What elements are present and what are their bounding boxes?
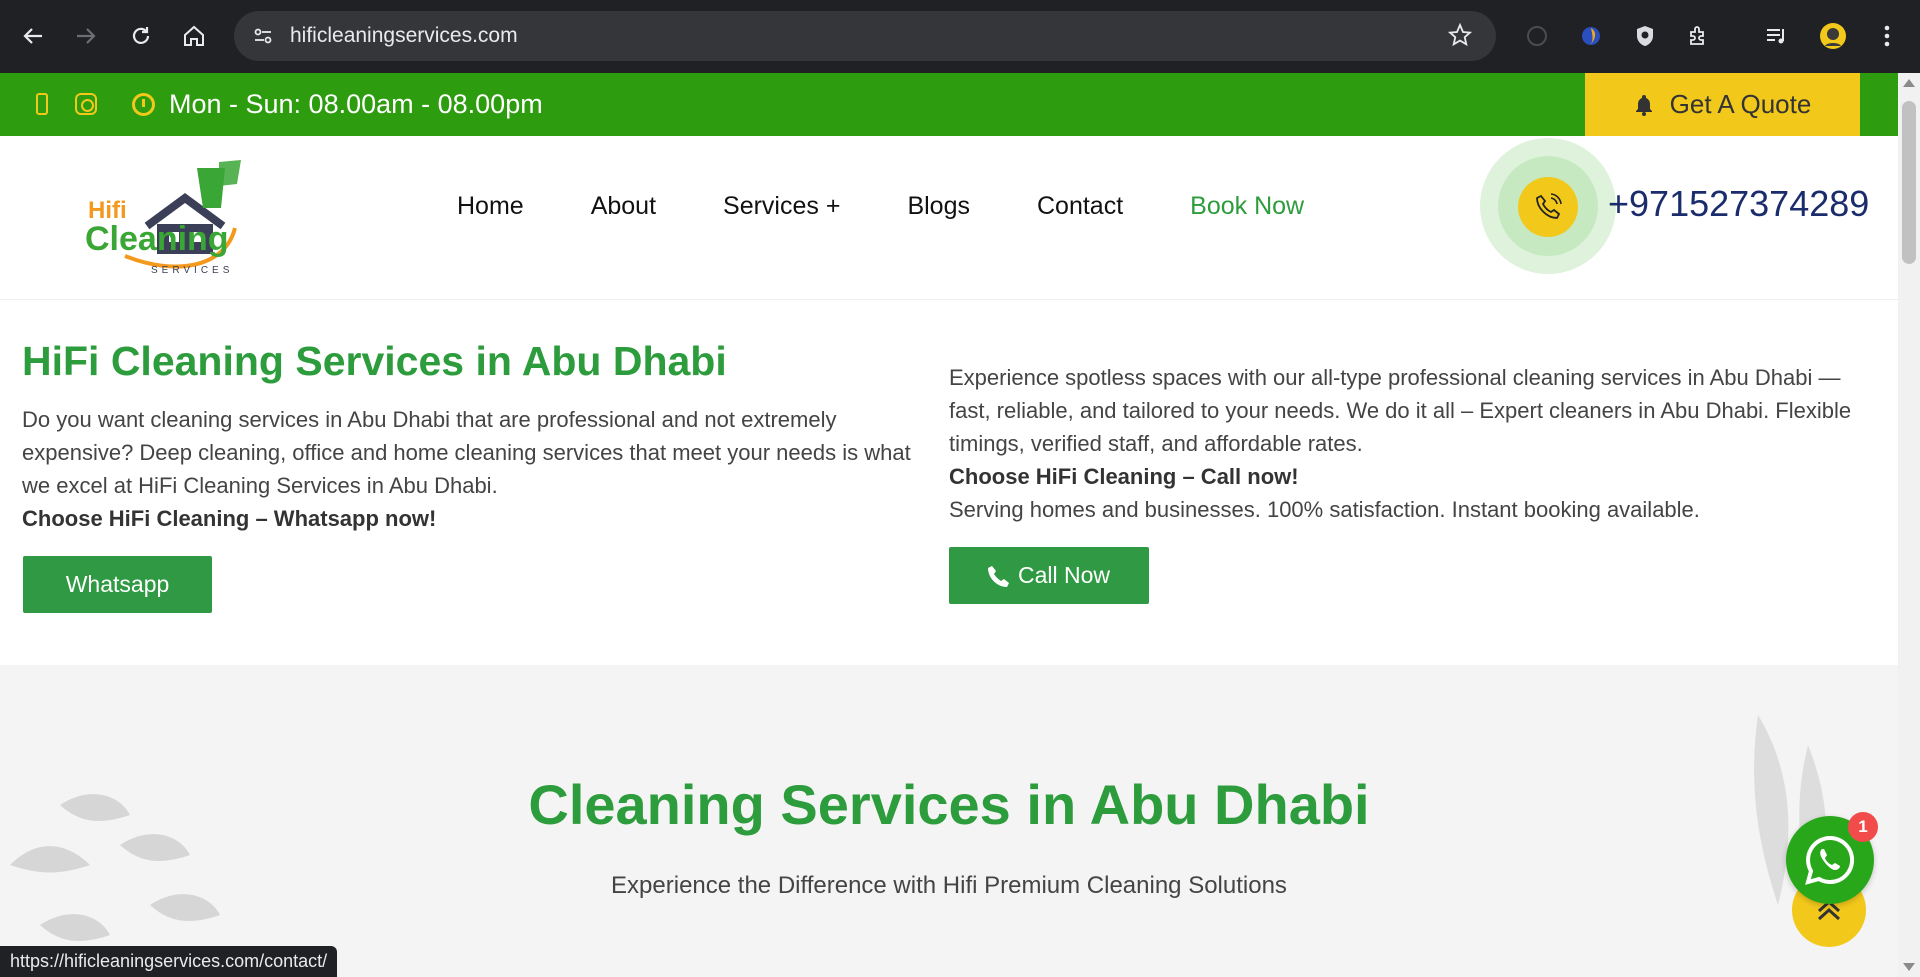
link-status-url: https://hificleaningservices.com/contact… — [0, 946, 338, 977]
svg-text:Cleaning: Cleaning — [85, 220, 229, 258]
wordpress-extension-icon[interactable] — [1522, 21, 1552, 51]
back-button[interactable] — [13, 16, 53, 56]
scrollbar-thumb[interactable] — [1902, 101, 1916, 264]
nav-blogs[interactable]: Blogs — [907, 192, 970, 221]
services-intro-section: Cleaning Services in Abu Dhabi Experienc… — [0, 665, 1898, 977]
site-logo[interactable]: Hifi Cleaning SERVICES — [85, 158, 255, 278]
get-quote-label: Get A Quote — [1669, 89, 1812, 119]
hero-left-paragraph: Do you want cleaning services in Abu Dha… — [22, 407, 911, 498]
whatsapp-button[interactable]: Whatsapp — [23, 556, 212, 613]
opening-hours: Mon - Sun: 08.00am - 08.00pm — [169, 89, 543, 119]
call-now-button[interactable]: Call Now — [949, 547, 1149, 604]
main-nav: Home About Services + Blogs Contact Book… — [457, 192, 1304, 221]
home-button[interactable] — [174, 16, 214, 56]
profile-avatar-icon[interactable] — [1818, 21, 1848, 51]
notification-badge: 1 — [1848, 812, 1878, 842]
nav-services[interactable]: Services + — [723, 192, 840, 221]
section-subtitle: Experience the Difference with Hifi Prem… — [611, 872, 1287, 899]
shield-extension-icon[interactable] — [1630, 21, 1660, 51]
back-arrow-icon — [23, 28, 42, 44]
nav-book-now[interactable]: Book Now — [1190, 192, 1304, 221]
nav-about[interactable]: About — [591, 192, 656, 221]
mobile-icon[interactable] — [36, 93, 48, 115]
hero-left-text: Do you want cleaning services in Abu Dha… — [22, 403, 927, 535]
hero-right-paragraph: Experience spotless spaces with our all-… — [949, 365, 1852, 456]
get-quote-button[interactable]: Get A Quote — [1585, 73, 1860, 136]
clock-icon — [132, 93, 155, 116]
extensions-puzzle-icon[interactable] — [1684, 21, 1714, 51]
whatsapp-button-label: Whatsapp — [65, 571, 170, 597]
scroll-up-arrow[interactable] — [1903, 79, 1915, 87]
home-icon — [184, 25, 204, 46]
reload-icon — [132, 27, 150, 44]
url-text[interactable]: hificleaningservices.com — [290, 24, 518, 48]
bookmark-star-icon[interactable] — [1447, 22, 1473, 52]
call-now-label: Call Now — [1017, 562, 1111, 588]
section-title: Cleaning Services in Abu Dhabi — [528, 773, 1370, 836]
top-info-bar: Mon - Sun: 08.00am - 08.00pm Get A Quote — [0, 73, 1898, 136]
site-header: Hifi Cleaning SERVICES Home About Servic… — [0, 136, 1898, 300]
scroll-down-arrow[interactable] — [1903, 963, 1915, 971]
hero-title: HiFi Cleaning Services in Abu Dhabi — [22, 338, 727, 384]
nav-home[interactable]: Home — [457, 192, 524, 221]
page-scrollbar[interactable] — [1898, 73, 1920, 977]
forward-arrow-icon — [77, 28, 96, 44]
instagram-icon[interactable] — [75, 93, 97, 115]
hero-right-paragraph-2: Serving homes and businesses. 100% satis… — [949, 497, 1700, 522]
extension-flame-icon[interactable] — [1576, 21, 1606, 51]
address-bar[interactable]: hificleaningservices.com — [234, 11, 1496, 61]
reload-button[interactable] — [121, 16, 161, 56]
whatsapp-icon — [1805, 835, 1855, 885]
nav-contact[interactable]: Contact — [1037, 192, 1123, 221]
browser-toolbar: hificleaningservices.com — [0, 0, 1920, 73]
hero-right-cta: Choose HiFi Cleaning – Call now! — [949, 464, 1299, 489]
svg-text:SERVICES: SERVICES — [151, 265, 233, 276]
hero-left-cta: Choose HiFi Cleaning – Whatsapp now! — [22, 506, 437, 531]
browser-menu-icon[interactable] — [1872, 21, 1902, 51]
header-phone-number[interactable]: +971527374289 — [1608, 183, 1869, 225]
hero-right-text: Experience spotless spaces with our all-… — [949, 361, 1879, 526]
site-info-icon[interactable] — [248, 21, 278, 51]
media-queue-icon[interactable] — [1762, 21, 1792, 51]
forward-button[interactable] — [66, 16, 106, 56]
phone-icon — [987, 565, 1009, 587]
phone-call-icon[interactable] — [1518, 177, 1578, 237]
bell-icon — [1635, 94, 1652, 116]
